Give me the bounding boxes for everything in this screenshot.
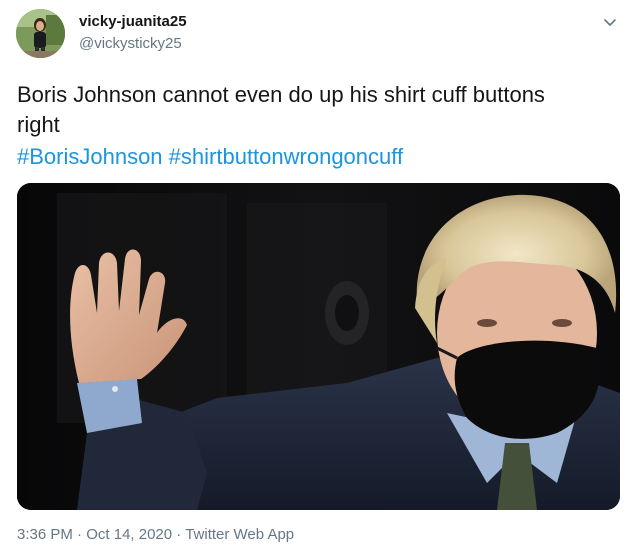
chevron-down-icon[interactable] [600,12,620,32]
tweet-text: Boris Johnson cannot even do up his shir… [17,80,617,140]
tweet-date: Oct 14, 2020 [86,526,173,543]
hashtag-list: #BorisJohnson #shirtbuttonwrongoncuff [17,142,403,172]
user-handle[interactable]: @vickysticky25 [79,35,182,52]
timestamp-link[interactable]: 3:36 PM · Oct 14, 2020 [17,526,172,543]
display-name[interactable]: vicky-juanita25 [79,13,187,30]
profile-avatar-icon [16,9,65,58]
avatar[interactable] [16,9,65,58]
tweet-card: vicky-juanita25 @vickysticky25 Boris Joh… [0,0,634,557]
tweet-text-line: right [17,112,60,137]
tweet-meta: 3:36 PM · Oct 14, 2020 · Twitter Web App [17,526,294,543]
hashtag-link[interactable]: #BorisJohnson [17,144,163,169]
tweet-source-link[interactable]: Twitter Web App [185,526,294,543]
photo-man-waving-in-black-face-mask-icon [17,183,620,510]
meta-separator: · [77,526,83,543]
tweet-text-line: Boris Johnson cannot even do up his shir… [17,82,545,107]
meta-separator: · [176,526,182,543]
tweet-photo[interactable] [17,183,620,510]
hashtag-link[interactable]: #shirtbuttonwrongoncuff [169,144,403,169]
tweet-time: 3:36 PM [17,526,73,543]
